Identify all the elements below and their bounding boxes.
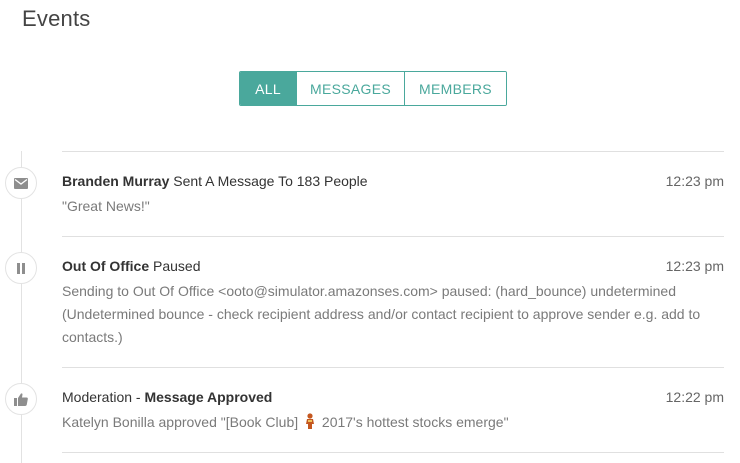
thumbs-up-icon bbox=[5, 383, 37, 415]
event-body-text: 2017's hottest stocks emerge" bbox=[318, 414, 509, 430]
event-actor: Out Of Office bbox=[62, 258, 150, 274]
pause-icon bbox=[5, 252, 37, 284]
event-divider bbox=[62, 236, 724, 237]
event-action: Paused bbox=[149, 258, 201, 274]
event-item: Out Of Office Paused 12:23 pm Sending to… bbox=[62, 256, 724, 349]
event-header: Branden Murray Sent A Message To 183 Peo… bbox=[62, 171, 724, 191]
page-title: Events bbox=[22, 6, 91, 31]
event-body: Katelyn Bonilla approved "[Book Club] 20… bbox=[62, 411, 724, 436]
event-action: Sent A Message To 183 People bbox=[169, 173, 368, 189]
event-divider bbox=[62, 452, 724, 453]
event-body-text: Katelyn Bonilla approved "[Book Club] bbox=[62, 414, 303, 430]
event-divider bbox=[62, 151, 724, 152]
event-time: 12:23 pm bbox=[665, 173, 724, 189]
event-header: Out Of Office Paused 12:23 pm bbox=[62, 256, 724, 276]
emoji-figure-icon bbox=[304, 413, 316, 436]
envelope-icon bbox=[5, 167, 37, 199]
event-title: Message Approved bbox=[144, 389, 273, 405]
filter-messages-button[interactable]: MESSAGES bbox=[296, 72, 404, 105]
event-item: Branden Murray Sent A Message To 183 Peo… bbox=[62, 171, 724, 218]
event-filter-group: ALL MESSAGES MEMBERS bbox=[239, 71, 507, 106]
filter-all-button[interactable]: ALL bbox=[240, 72, 296, 105]
event-actor: Branden Murray bbox=[62, 173, 170, 189]
event-time: 12:22 pm bbox=[665, 389, 724, 405]
event-body: Sending to Out Of Office <ooto@simulator… bbox=[62, 283, 701, 345]
event-divider bbox=[62, 367, 724, 368]
event-body: "Great News!" bbox=[62, 198, 150, 214]
event-item: Moderation - Message Approved 12:22 pm K… bbox=[62, 387, 724, 436]
event-time: 12:23 pm bbox=[665, 258, 724, 274]
filter-members-button[interactable]: MEMBERS bbox=[404, 72, 506, 105]
event-header: Moderation - Message Approved 12:22 pm bbox=[62, 387, 724, 407]
event-prefix: Moderation - bbox=[62, 389, 145, 405]
